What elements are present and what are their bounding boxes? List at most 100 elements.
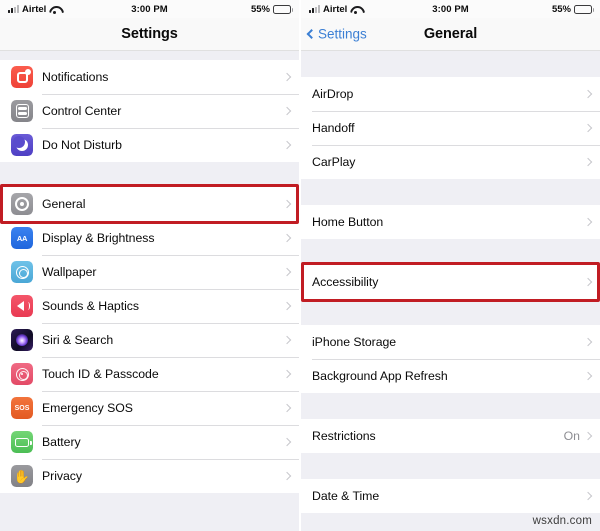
control-center-icon: [11, 100, 33, 122]
row-label: Wallpaper: [42, 265, 97, 279]
restrictions-status-value: On: [563, 429, 580, 443]
chevron-right-icon: [583, 491, 593, 501]
general-group-4: iPhone Storage Background App Refresh: [301, 325, 600, 393]
general-list[interactable]: AirDrop Handoff CarPlay Home Button Acce…: [301, 51, 600, 531]
back-button-settings[interactable]: Settings: [306, 26, 367, 42]
chevron-left-icon: [306, 29, 317, 39]
settings-row-wallpaper[interactable]: Wallpaper: [0, 255, 299, 289]
general-section-gap-4: [301, 393, 600, 419]
general-row-accessibility[interactable]: Accessibility: [301, 265, 600, 299]
row-label: Notifications: [42, 70, 109, 84]
chevron-right-icon: [282, 233, 292, 243]
settings-group-1: Notifications Control Center Do Not Dist…: [0, 60, 299, 162]
general-row-home-button[interactable]: Home Button: [301, 205, 600, 239]
settings-row-display-brightness[interactable]: AA Display & Brightness: [0, 221, 299, 255]
chevron-right-icon: [583, 337, 593, 347]
watermark: wsxdn.com: [532, 515, 592, 527]
status-bar-right: Airtel 3:00 PM 55%: [301, 0, 600, 18]
general-group-5: Restrictions On: [301, 419, 600, 453]
chevron-right-icon: [282, 267, 292, 277]
row-label: Control Center: [42, 104, 122, 118]
back-button-label: Settings: [318, 26, 367, 42]
row-label: Accessibility: [312, 275, 379, 289]
list-top-gap: [0, 51, 299, 60]
general-section-gap-1: [301, 179, 600, 205]
row-label: Emergency SOS: [42, 401, 133, 415]
settings-row-control-center[interactable]: Control Center: [0, 94, 299, 128]
wallpaper-icon: [11, 261, 33, 283]
row-label: Date & Time: [312, 489, 380, 503]
row-label: Home Button: [312, 215, 384, 229]
chevron-right-icon: [583, 217, 593, 227]
general-row-restrictions[interactable]: Restrictions On: [301, 419, 600, 453]
battery-icon: [574, 4, 594, 14]
settings-row-notifications[interactable]: Notifications: [0, 60, 299, 94]
list-section-gap-1: [0, 162, 299, 187]
row-label: Display & Brightness: [42, 231, 155, 245]
general-row-handoff[interactable]: Handoff: [301, 111, 600, 145]
settings-row-battery[interactable]: Battery: [0, 425, 299, 459]
row-label: Handoff: [312, 121, 355, 135]
chevron-right-icon: [583, 89, 593, 99]
notifications-icon: [11, 66, 33, 88]
row-label: General: [42, 197, 86, 211]
general-row-carplay[interactable]: CarPlay: [301, 145, 600, 179]
row-label: Touch ID & Passcode: [42, 367, 159, 381]
chevron-right-icon: [583, 431, 593, 441]
general-row-date-time[interactable]: Date & Time: [301, 479, 600, 513]
row-label: Siri & Search: [42, 333, 114, 347]
screenshot-stage: Airtel 3:00 PM 55% Settings Notification…: [0, 0, 600, 531]
chevron-right-icon: [282, 106, 292, 116]
general-group-2: Home Button: [301, 205, 600, 239]
list-top-gap: [301, 55, 600, 77]
general-group-1: AirDrop Handoff CarPlay: [301, 77, 600, 179]
left-phone-panel: Airtel 3:00 PM 55% Settings Notification…: [0, 0, 299, 531]
row-label: CarPlay: [312, 155, 356, 169]
settings-row-general[interactable]: General: [0, 187, 299, 221]
chevron-right-icon: [282, 140, 292, 150]
settings-list[interactable]: Notifications Control Center Do Not Dist…: [0, 51, 299, 531]
general-row-airdrop[interactable]: AirDrop: [301, 77, 600, 111]
row-label: Battery: [42, 435, 81, 449]
nav-bar-right: Settings General: [301, 18, 600, 51]
list-bottom-gap: [0, 493, 299, 531]
status-bar-left: Airtel 3:00 PM 55%: [0, 0, 299, 18]
settings-row-siri-search[interactable]: Siri & Search: [0, 323, 299, 357]
chevron-right-icon: [282, 437, 292, 447]
nav-bar-left: Settings: [0, 18, 299, 51]
sounds-haptics-icon: [11, 295, 33, 317]
settings-row-privacy[interactable]: ✋ Privacy: [0, 459, 299, 493]
settings-row-sounds-haptics[interactable]: Sounds & Haptics: [0, 289, 299, 323]
display-brightness-icon: AA: [11, 227, 33, 249]
general-section-gap-5: [301, 453, 600, 479]
settings-row-do-not-disturb[interactable]: Do Not Disturb: [0, 128, 299, 162]
battery-percent-label: 55%: [551, 3, 571, 15]
chevron-right-icon: [282, 199, 292, 209]
settings-group-2: General AA Display & Brightness Wallpape…: [0, 184, 299, 493]
chevron-right-icon: [583, 371, 593, 381]
chevron-right-icon: [282, 471, 292, 481]
status-bar-right-group: 55%: [551, 3, 594, 15]
general-gear-icon: [11, 193, 33, 215]
settings-row-touch-id-passcode[interactable]: Touch ID & Passcode: [0, 357, 299, 391]
row-label: Background App Refresh: [312, 369, 448, 383]
chevron-right-icon: [282, 72, 292, 82]
chevron-right-icon: [282, 403, 292, 413]
general-section-gap-3: [301, 299, 600, 325]
chevron-right-icon: [282, 369, 292, 379]
page-title-settings: Settings: [121, 26, 178, 42]
chevron-right-icon: [282, 301, 292, 311]
status-bar-right-group: 55%: [250, 3, 293, 15]
battery-percent-label: 55%: [250, 3, 270, 15]
do-not-disturb-icon: [11, 134, 33, 156]
row-label: Privacy: [42, 469, 82, 483]
chevron-right-icon: [583, 123, 593, 133]
emergency-sos-icon: SOS: [11, 397, 33, 419]
page-title-general: General: [423, 26, 478, 42]
chevron-right-icon: [583, 277, 593, 287]
row-label: Restrictions: [312, 429, 376, 443]
general-row-background-app-refresh[interactable]: Background App Refresh: [301, 359, 600, 393]
general-row-iphone-storage[interactable]: iPhone Storage: [301, 325, 600, 359]
battery-settings-icon: [11, 431, 33, 453]
settings-row-emergency-sos[interactable]: SOS Emergency SOS: [0, 391, 299, 425]
